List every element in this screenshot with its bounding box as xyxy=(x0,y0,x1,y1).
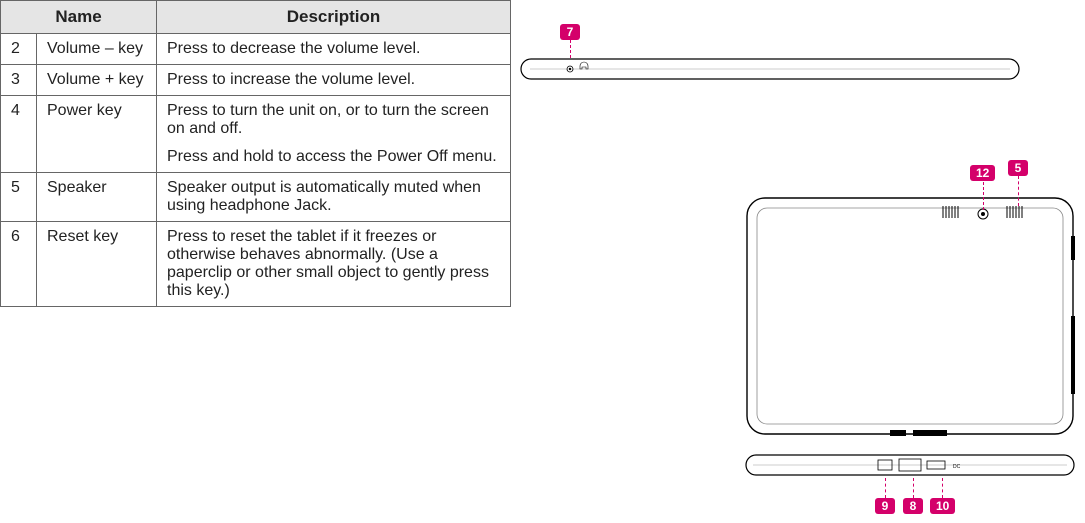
description-paragraph: Press to turn the unit on, or to turn th… xyxy=(167,102,500,138)
device-bottom-edge: DC xyxy=(745,454,1075,478)
description-paragraph: Speaker output is automatically muted wh… xyxy=(167,179,500,215)
description-paragraph: Press to increase the volume level. xyxy=(167,71,500,89)
spec-table-container: Name Description 2Volume – key Press to d… xyxy=(0,0,510,523)
device-top-edge xyxy=(520,58,1020,82)
leader-5 xyxy=(1018,176,1019,206)
row-description: Press to increase the volume level. xyxy=(157,65,511,96)
row-name: Reset key xyxy=(37,222,157,307)
table-row: 4Power key Press to turn the unit on, or … xyxy=(1,96,511,173)
table-header-row: Name Description xyxy=(1,1,511,34)
header-name: Name xyxy=(1,1,157,34)
table-row: 6Reset keyPress to reset the tablet if i… xyxy=(1,222,511,307)
description-paragraph: Press to reset the tablet if it freezes … xyxy=(167,228,500,300)
row-name: Power key xyxy=(37,96,157,173)
callout-5: 5 xyxy=(1008,160,1028,176)
row-name: Speaker xyxy=(37,173,157,222)
row-description: Press to turn the unit on, or to turn th… xyxy=(157,96,511,173)
row-number: 6 xyxy=(1,222,37,307)
callout-12: 12 xyxy=(970,165,995,181)
table-row: 2Volume – key Press to decrease the volum… xyxy=(1,34,511,65)
leader-8 xyxy=(913,478,914,498)
spec-table: Name Description 2Volume – key Press to d… xyxy=(0,0,511,307)
leader-12 xyxy=(983,182,984,210)
row-number: 3 xyxy=(1,65,37,96)
row-description: Press to decrease the volume level. xyxy=(157,34,511,65)
description-paragraph: Press to decrease the volume level. xyxy=(167,40,500,58)
callout-9: 9 xyxy=(875,498,895,514)
leader-9 xyxy=(885,478,886,498)
row-description: Press to reset the tablet if it freezes … xyxy=(157,222,511,307)
diagram-area: 7 12 5 xyxy=(510,0,1085,523)
row-number: 5 xyxy=(1,173,37,222)
row-number: 4 xyxy=(1,96,37,173)
row-description: Speaker output is automatically muted wh… xyxy=(157,173,511,222)
description-paragraph: Press and hold to access the Power Off m… xyxy=(167,148,500,166)
callout-10: 10 xyxy=(930,498,955,514)
row-name: Volume – key xyxy=(37,34,157,65)
device-back-view xyxy=(745,196,1075,436)
table-row: 5Speaker Speaker output is automatically … xyxy=(1,173,511,222)
row-number: 2 xyxy=(1,34,37,65)
row-name: Volume + key xyxy=(37,65,157,96)
leader-10 xyxy=(942,478,943,498)
callout-7: 7 xyxy=(560,24,580,40)
header-description: Description xyxy=(157,1,511,34)
table-row: 3Volume + key Press to increase the volum… xyxy=(1,65,511,96)
leader-7 xyxy=(570,40,571,58)
callout-8: 8 xyxy=(903,498,923,514)
svg-text:DC: DC xyxy=(953,464,961,470)
